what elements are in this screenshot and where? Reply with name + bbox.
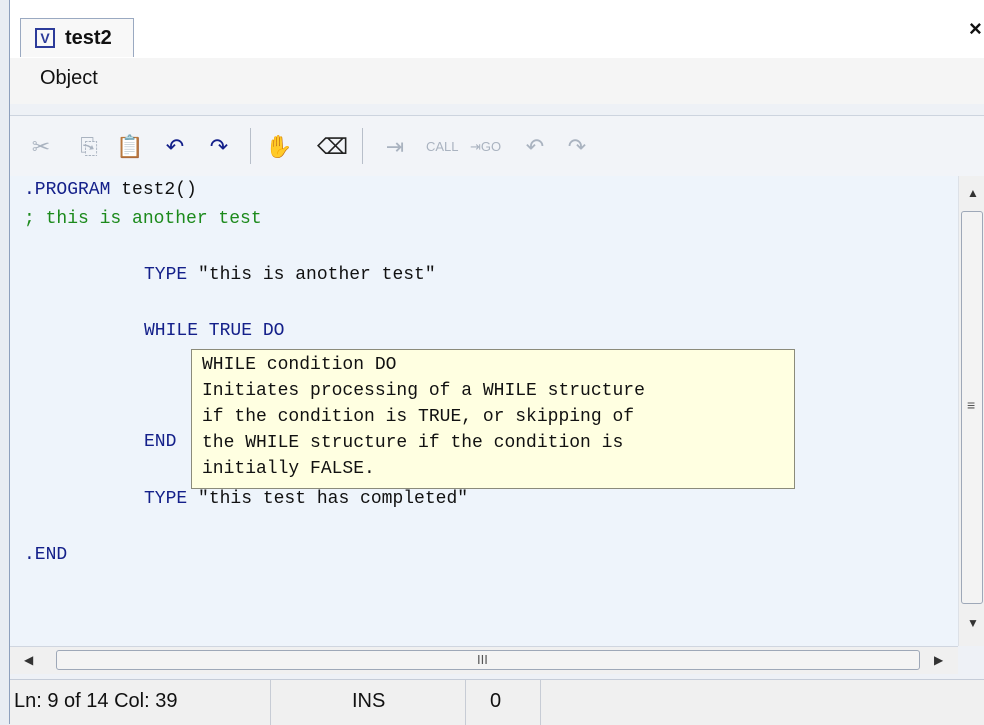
grip-icon: ≡: [967, 397, 976, 413]
scroll-down-icon[interactable]: ▼: [967, 616, 979, 630]
tab-test2[interactable]: V test2: [20, 18, 134, 57]
tooltip-line: initially FALSE.: [202, 459, 375, 479]
code-line-2: ; this is another test: [24, 209, 262, 229]
tab-label: test2: [65, 26, 112, 49]
code-line-12: TYPE "this test has completed": [144, 489, 469, 509]
undo-disabled-icon: ↶: [525, 134, 545, 159]
redo-disabled-icon: ↷: [567, 134, 587, 159]
cursor-position: Ln: 9 of 14 Col: 39: [14, 690, 178, 712]
status-count: 0: [490, 690, 502, 712]
call-icon[interactable]: CALL: [426, 132, 459, 162]
undo-icon[interactable]: ↶: [160, 132, 190, 162]
go-icon[interactable]: ⇥GO: [470, 132, 501, 162]
horizontal-scrollbar[interactable]: ◀ III ▶: [10, 646, 958, 674]
toolbar-separator: [250, 128, 251, 164]
toolbar: ✂ ⎘ 📋 ↶ ↷ ✋ ⌫ ⇥ CALL ⇥GO ↶ ↷: [10, 115, 984, 176]
editor-window: V test2 × Object ✂ ⎘ 📋 ↶ ↷ ✋ ⌫ ⇥ CALL ⇥G…: [9, 0, 984, 725]
tooltip-line: WHILE condition DO: [202, 355, 397, 375]
scroll-up-icon[interactable]: ▲: [967, 186, 979, 200]
tooltip-line: Initiates processing of a WHILE structur…: [202, 381, 645, 401]
hand-icon[interactable]: ✋: [264, 132, 294, 162]
grip-icon: III: [477, 652, 488, 667]
paste-icon[interactable]: 📋: [115, 132, 145, 162]
scroll-left-icon[interactable]: ◀: [24, 653, 33, 667]
redo-icon[interactable]: ↷: [204, 132, 234, 162]
code-line-1: .PROGRAM test2(): [24, 180, 197, 200]
status-separator: [540, 680, 541, 725]
tab-strip: V test2 ×: [10, 0, 984, 59]
tooltip-line: if the condition is TRUE, or skipping of: [202, 407, 635, 427]
keyword-tooltip: WHILE condition DO Initiates processing …: [191, 349, 795, 489]
vplus-file-icon: V: [35, 28, 55, 48]
cut-icon[interactable]: ✂: [26, 132, 56, 162]
code-line-14: .END: [24, 545, 68, 565]
code-editor[interactable]: .PROGRAM test2() ; this is another test …: [10, 176, 958, 646]
toolbar-separator: [362, 128, 363, 164]
status-separator: [270, 680, 271, 725]
step-icon[interactable]: ⇥: [380, 132, 410, 162]
code-line-10: END: [144, 432, 177, 452]
code-line-6: WHILE TRUE DO: [144, 321, 285, 341]
tooltip-line: the WHILE structure if the condition is: [202, 433, 624, 453]
copy-icon[interactable]: ⎘: [74, 132, 104, 162]
status-separator: [465, 680, 466, 725]
status-bar: Ln: 9 of 14 Col: 39 INS 0: [10, 679, 984, 725]
menu-object[interactable]: Object: [40, 67, 98, 90]
menu-bar: Object: [10, 58, 984, 104]
insert-mode: INS: [352, 690, 386, 712]
vertical-scrollbar[interactable]: ▲ ≡ ▼: [958, 176, 984, 646]
horizontal-scroll-thumb[interactable]: III: [56, 650, 920, 670]
eraser-icon[interactable]: ⌫: [317, 132, 348, 162]
scroll-right-icon[interactable]: ▶: [934, 653, 943, 667]
close-icon[interactable]: ×: [969, 16, 984, 44]
code-line-4: TYPE "this is another test": [144, 265, 436, 285]
vertical-scroll-thumb[interactable]: ≡: [961, 211, 983, 604]
